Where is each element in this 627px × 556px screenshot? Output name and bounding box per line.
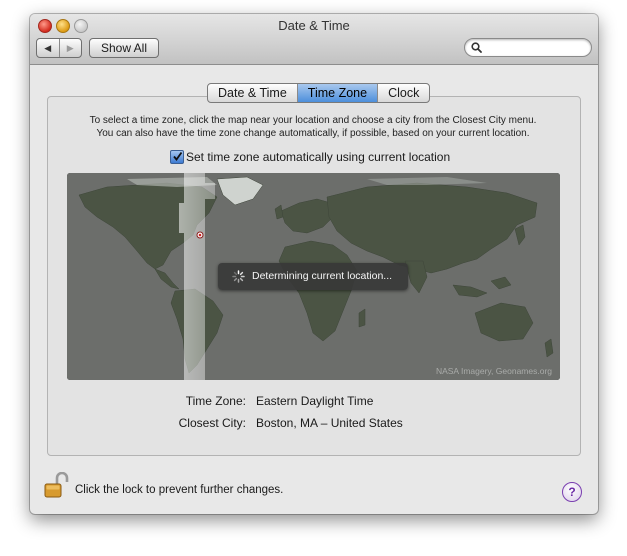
time-zone-value: Eastern Daylight Time <box>256 394 374 408</box>
unlocked-padlock-icon <box>44 471 69 498</box>
instructions-line-2: You can also have the time zone change a… <box>96 127 530 139</box>
instructions-text: To select a time zone, click the map nea… <box>60 115 566 140</box>
location-status-text: Determining current location... <box>252 270 393 282</box>
lock-instruction-text: Click the lock to prevent further change… <box>75 484 284 496</box>
map-credit: NASA Imagery, Geonames.org <box>435 366 552 376</box>
location-status-popup: Determining current location... <box>218 263 408 290</box>
tab-clock[interactable]: Clock <box>377 84 429 102</box>
show-all-button[interactable]: Show All <box>89 38 159 58</box>
search-field[interactable] <box>464 38 592 57</box>
closest-city-label: Closest City: <box>178 416 246 430</box>
window-title: Date & Time <box>278 18 350 33</box>
auto-timezone-label[interactable]: Set time zone automatically using curren… <box>186 150 450 164</box>
lock-button[interactable] <box>43 471 69 500</box>
preferences-window: Date & Time ◀ ▶ Show All Date & Time Tim… <box>30 14 598 514</box>
search-icon <box>471 42 482 53</box>
title-bar: Date & Time ◀ ▶ Show All <box>30 14 598 65</box>
spinner-icon <box>232 270 245 283</box>
tab-date-time[interactable]: Date & Time <box>208 84 297 102</box>
time-zone-label: Time Zone: <box>185 394 246 408</box>
world-map[interactable]: Determining current location... NASA Ima… <box>67 173 560 380</box>
tab-time-zone[interactable]: Time Zone <box>296 84 378 102</box>
forward-icon[interactable]: ▶ <box>58 39 82 57</box>
back-forward-control: ◀ ▶ <box>36 38 82 58</box>
checkmark-icon <box>173 151 183 161</box>
help-button[interactable]: ? <box>562 482 582 502</box>
tab-bar: Date & Time Time Zone Clock <box>207 83 431 103</box>
closest-city-value[interactable]: Boston, MA – United States <box>256 416 403 430</box>
auto-timezone-checkbox[interactable] <box>170 150 184 164</box>
back-icon[interactable]: ◀ <box>37 39 59 57</box>
instructions-line-1: To select a time zone, click the map nea… <box>89 115 537 126</box>
